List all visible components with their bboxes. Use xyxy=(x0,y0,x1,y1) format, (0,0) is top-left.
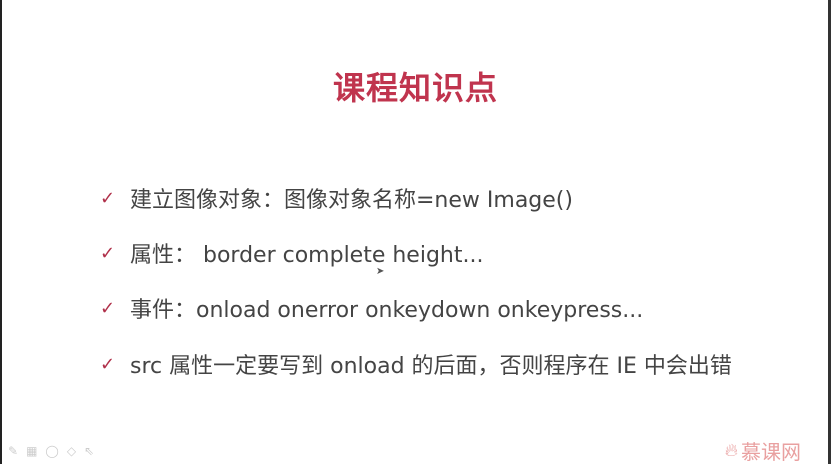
pointer-icon[interactable]: ⇖ xyxy=(84,444,94,458)
bullet-item: ✓ 属性： border complete height... xyxy=(100,237,483,269)
zoom-icon[interactable]: ◯ xyxy=(45,444,58,458)
slides-icon[interactable]: ▦ xyxy=(26,444,37,458)
bullet-text: src 属性一定要写到 onload 的后面，否则程序在 IE 中会出错 xyxy=(130,354,732,379)
logo-text: 慕课网 xyxy=(741,440,801,464)
eraser-icon[interactable]: ◇ xyxy=(67,444,76,458)
bullet-text: 属性： border complete height... xyxy=(130,243,484,268)
flame-icon: 🔥︎ xyxy=(724,440,738,461)
slideshow-toolbar: ✎ ▦ ◯ ◇ ⇖ xyxy=(8,444,94,458)
slide-title: 课程知识点 xyxy=(332,69,498,107)
bullet-text: 事件：onload onerror onkeydown onkeypress..… xyxy=(130,298,644,323)
check-icon: ✓ xyxy=(100,353,116,375)
check-icon: ✓ xyxy=(100,187,116,209)
imooc-logo: 🔥︎ 慕课网 xyxy=(725,436,801,465)
pen-icon[interactable]: ✎ xyxy=(8,444,18,458)
check-icon: ✓ xyxy=(100,297,116,319)
mouse-cursor-icon: ➤ xyxy=(376,266,385,277)
check-icon: ✓ xyxy=(100,242,116,264)
bullet-text: 建立图像对象：图像对象名称=new Image() xyxy=(130,188,573,213)
bullet-item: ✓ 事件：onload onerror onkeydown onkeypress.… xyxy=(100,292,643,324)
bullet-item: ✓ 建立图像对象：图像对象名称=new Image() xyxy=(100,182,573,214)
bullet-item: ✓ src 属性一定要写到 onload 的后面，否则程序在 IE 中会出错 xyxy=(100,348,732,380)
